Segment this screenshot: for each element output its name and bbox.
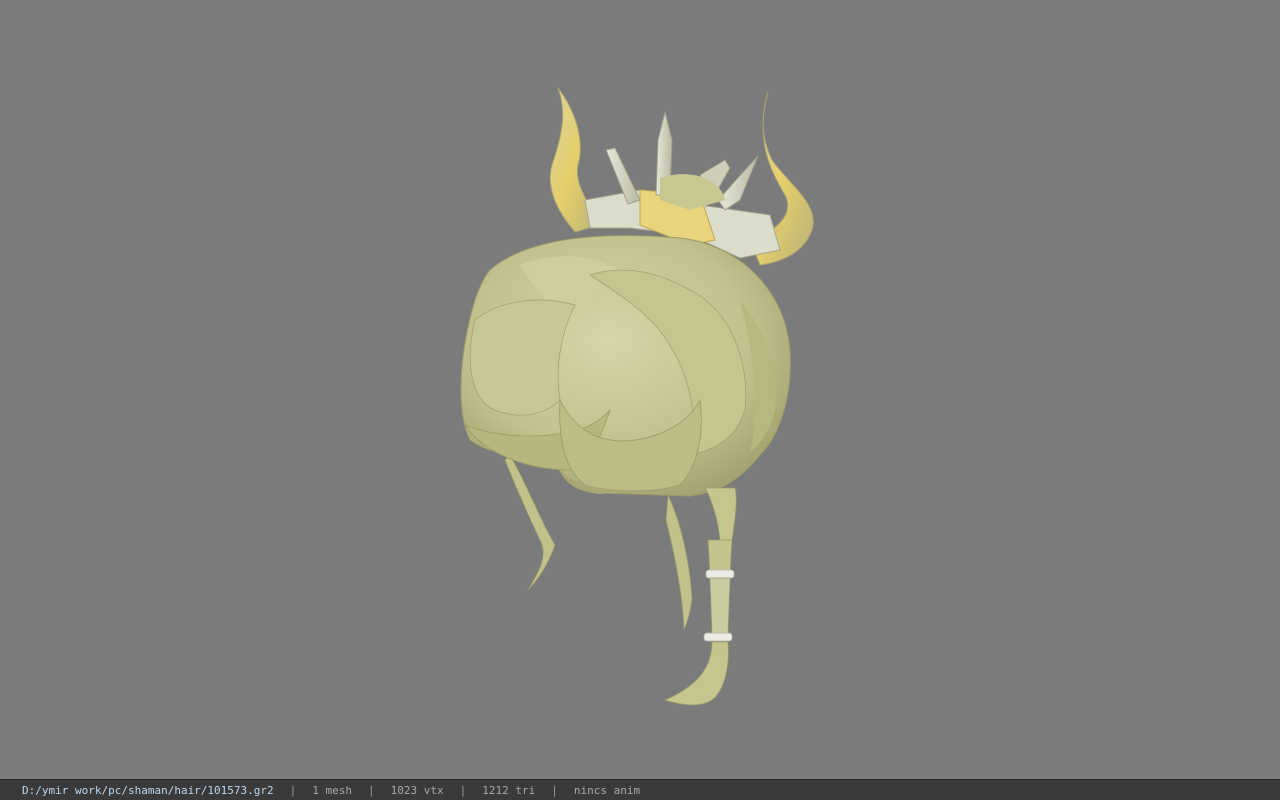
hair-model-render [460, 87, 814, 706]
3d-viewport[interactable] [0, 0, 1280, 779]
vertex-count-label: 1023 vtx [390, 783, 444, 797]
separator: | [289, 783, 297, 797]
separator: | [551, 783, 558, 797]
separator: | [368, 783, 375, 797]
animation-status-label: nincs anim [573, 783, 641, 797]
mesh-count-label: 1 mesh [312, 783, 353, 797]
separator: | [459, 783, 467, 797]
file-path-label: D:/ymir work/pc/shaman/hair/101573.gr2 [22, 783, 274, 797]
status-bar: D:/ymir work/pc/shaman/hair/101573.gr2 |… [0, 779, 1280, 800]
triangle-count-label: 1212 tri [482, 783, 536, 797]
